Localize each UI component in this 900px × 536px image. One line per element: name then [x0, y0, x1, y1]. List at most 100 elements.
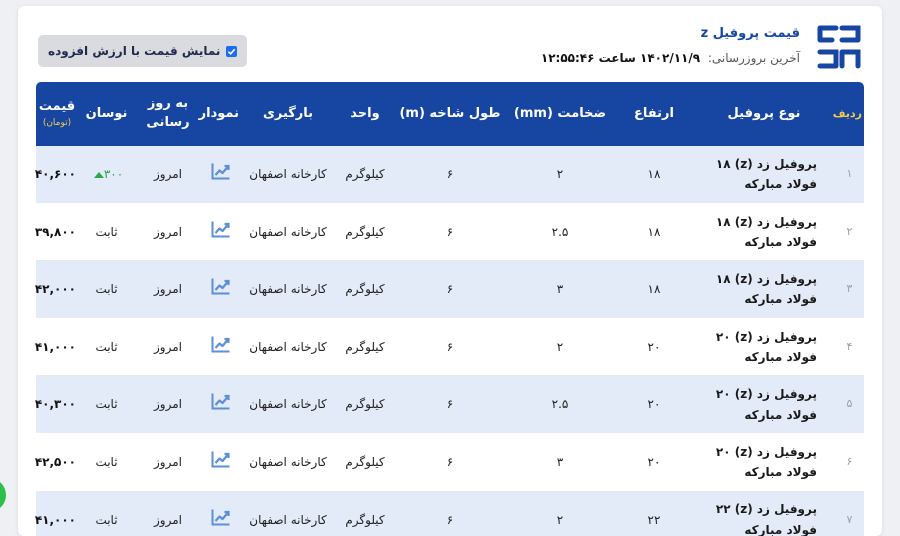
row-index: ۵ [835, 376, 864, 434]
price-card: قیمت پروفیل z آخرین بروزرسانی: ۱۴۰۲/۱۱/۹… [18, 6, 882, 536]
last-updated-value: ۱۴۰۲/۱۱/۹ ساعت ۱۲:۵۵:۴۶ [540, 51, 701, 65]
row-change-value: ثابت [95, 512, 118, 527]
row-length: ۶ [395, 433, 505, 492]
title-block: قیمت پروفیل z آخرین بروزرسانی: ۱۴۰۲/۱۱/۹… [541, 26, 800, 65]
table-row: ۴ پروفیل زد (z) ۲۰ فولاد مبارکه ۲۰ ۲ ۶ ک… [35, 318, 864, 377]
line-chart-icon[interactable] [211, 508, 231, 526]
row-name[interactable]: پروفیل زد (z) ۲۰ فولاد مبارکه [693, 318, 835, 377]
row-height: ۲۰ [615, 318, 693, 377]
row-loading: کارخانه اصفهان [241, 376, 335, 434]
row-height: ۲۰ [615, 433, 693, 492]
row-name[interactable]: پروفیل زد (z) ۱۸ فولاد مبارکه [693, 261, 835, 319]
row-unit: کیلوگرم [335, 318, 395, 377]
row-length: ۶ [395, 203, 505, 262]
row-name[interactable]: پروفیل زد (z) ۱۸ فولاد مبارکه [693, 146, 835, 204]
line-chart-icon[interactable] [211, 392, 231, 410]
row-length: ۶ [395, 261, 505, 319]
last-updated-label: آخرین بروزرسانی: [707, 51, 800, 65]
row-thickness: ۲.۵ [505, 376, 615, 434]
row-price: ۴۲,۰۰۰ [35, 261, 78, 319]
row-height: ۲۲ [615, 491, 693, 536]
row-change: ۳۰۰ [78, 146, 135, 204]
row-thickness: ۲ [505, 146, 615, 204]
table-row: ۳ پروفیل زد (z) ۱۸ فولاد مبارکه ۱۸ ۳ ۶ ک… [35, 261, 864, 319]
row-name[interactable]: پروفیل زد (z) ۱۸ فولاد مبارکه [693, 203, 835, 262]
row-updated: امروز [135, 318, 201, 377]
header-price: قیمت (تومان) [36, 82, 78, 146]
table-row: ۷ پروفیل زد (z) ۲۲ فولاد مبارکه ۲۲ ۲ ۶ ک… [35, 491, 864, 536]
line-chart-icon[interactable] [211, 335, 231, 353]
row-chart [201, 146, 241, 204]
line-chart-icon[interactable] [211, 277, 231, 295]
row-height: ۱۸ [615, 203, 693, 262]
chat-fab[interactable] [0, 478, 6, 512]
row-price: ۴۰,۳۰۰ [35, 376, 78, 434]
row-price: ۴۲,۵۰۰ [35, 433, 78, 492]
header-updated: به روز رسانی [135, 82, 201, 146]
row-change: ثابت [78, 318, 135, 377]
row-updated: امروز [135, 261, 201, 319]
row-price: ۴۰,۶۰۰ [35, 146, 78, 204]
row-name[interactable]: پروفیل زد (z) ۲۰ فولاد مبارکه [693, 433, 835, 492]
header-price-label: قیمت [38, 99, 76, 115]
vat-toggle[interactable]: نمایش قیمت با ارزش افزوده [38, 35, 248, 67]
row-chart [201, 203, 241, 262]
row-price: ۴۱,۰۰۰ [35, 491, 78, 536]
table-row: ۶ پروفیل زد (z) ۲۰ فولاد مبارکه ۲۰ ۳ ۶ ک… [35, 433, 864, 492]
row-chart [201, 318, 241, 377]
vat-checkbox[interactable] [226, 45, 238, 57]
header-unit: واحد [335, 82, 395, 146]
row-chart [201, 261, 241, 319]
brand-logo-icon[interactable] [814, 22, 864, 72]
triangle-up-icon [93, 171, 104, 178]
price-table: ردیف نوع پروفیل ارتفاع ضخامت (mm) طول شا… [35, 82, 864, 536]
line-chart-icon[interactable] [211, 162, 231, 180]
row-height: ۱۸ [615, 146, 693, 204]
row-updated: امروز [135, 146, 201, 204]
row-thickness: ۲.۵ [505, 203, 615, 262]
last-updated: آخرین بروزرسانی: ۱۴۰۲/۱۱/۹ ساعت ۱۲:۵۵:۴۶ [541, 51, 800, 65]
row-updated: امروز [135, 433, 201, 492]
row-price: ۴۱,۰۰۰ [35, 318, 78, 377]
row-index: ۳ [835, 261, 864, 319]
row-height: ۲۰ [615, 376, 693, 434]
row-index: ۶ [835, 433, 864, 492]
row-name[interactable]: پروفیل زد (z) ۲۲ فولاد مبارکه [693, 491, 835, 536]
row-height: ۱۸ [615, 261, 693, 319]
line-chart-icon[interactable] [211, 450, 231, 468]
row-unit: کیلوگرم [335, 261, 395, 319]
row-unit: کیلوگرم [335, 433, 395, 492]
row-change: ثابت [78, 491, 135, 536]
row-change-value: ثابت [95, 224, 118, 239]
header-index: ردیف [833, 82, 864, 146]
header-thickness: ضخامت (mm) [505, 82, 615, 146]
row-chart [201, 376, 241, 434]
line-chart-icon[interactable] [211, 220, 231, 238]
row-unit: کیلوگرم [335, 146, 395, 204]
row-length: ۶ [395, 491, 505, 536]
row-thickness: ۳ [505, 261, 615, 319]
check-icon [228, 48, 236, 55]
row-change: ثابت [78, 433, 135, 492]
row-updated: امروز [135, 491, 201, 536]
header-length: طول شاخه (m) [395, 82, 505, 146]
row-change-value: ثابت [95, 339, 118, 354]
row-loading: کارخانه اصفهان [241, 146, 335, 204]
row-length: ۶ [395, 146, 505, 204]
row-loading: کارخانه اصفهان [241, 433, 335, 492]
header-name: نوع پروفیل [693, 82, 835, 146]
table-row: ۵ پروفیل زد (z) ۲۰ فولاد مبارکه ۲۰ ۲.۵ ۶… [35, 376, 864, 434]
row-change: ثابت [78, 261, 135, 319]
row-name[interactable]: پروفیل زد (z) ۲۰ فولاد مبارکه [693, 376, 835, 434]
page-header: قیمت پروفیل z آخرین بروزرسانی: ۱۴۰۲/۱۱/۹… [36, 18, 864, 82]
row-loading: کارخانه اصفهان [241, 318, 335, 377]
row-loading: کارخانه اصفهان [241, 203, 335, 262]
row-chart [201, 433, 241, 492]
row-updated: امروز [135, 203, 201, 262]
row-index: ۷ [835, 491, 864, 536]
row-length: ۶ [395, 318, 505, 377]
row-length: ۶ [395, 376, 505, 434]
vat-label: نمایش قیمت با ارزش افزوده [48, 44, 221, 58]
row-thickness: ۳ [505, 433, 615, 492]
row-change: ثابت [78, 376, 135, 434]
